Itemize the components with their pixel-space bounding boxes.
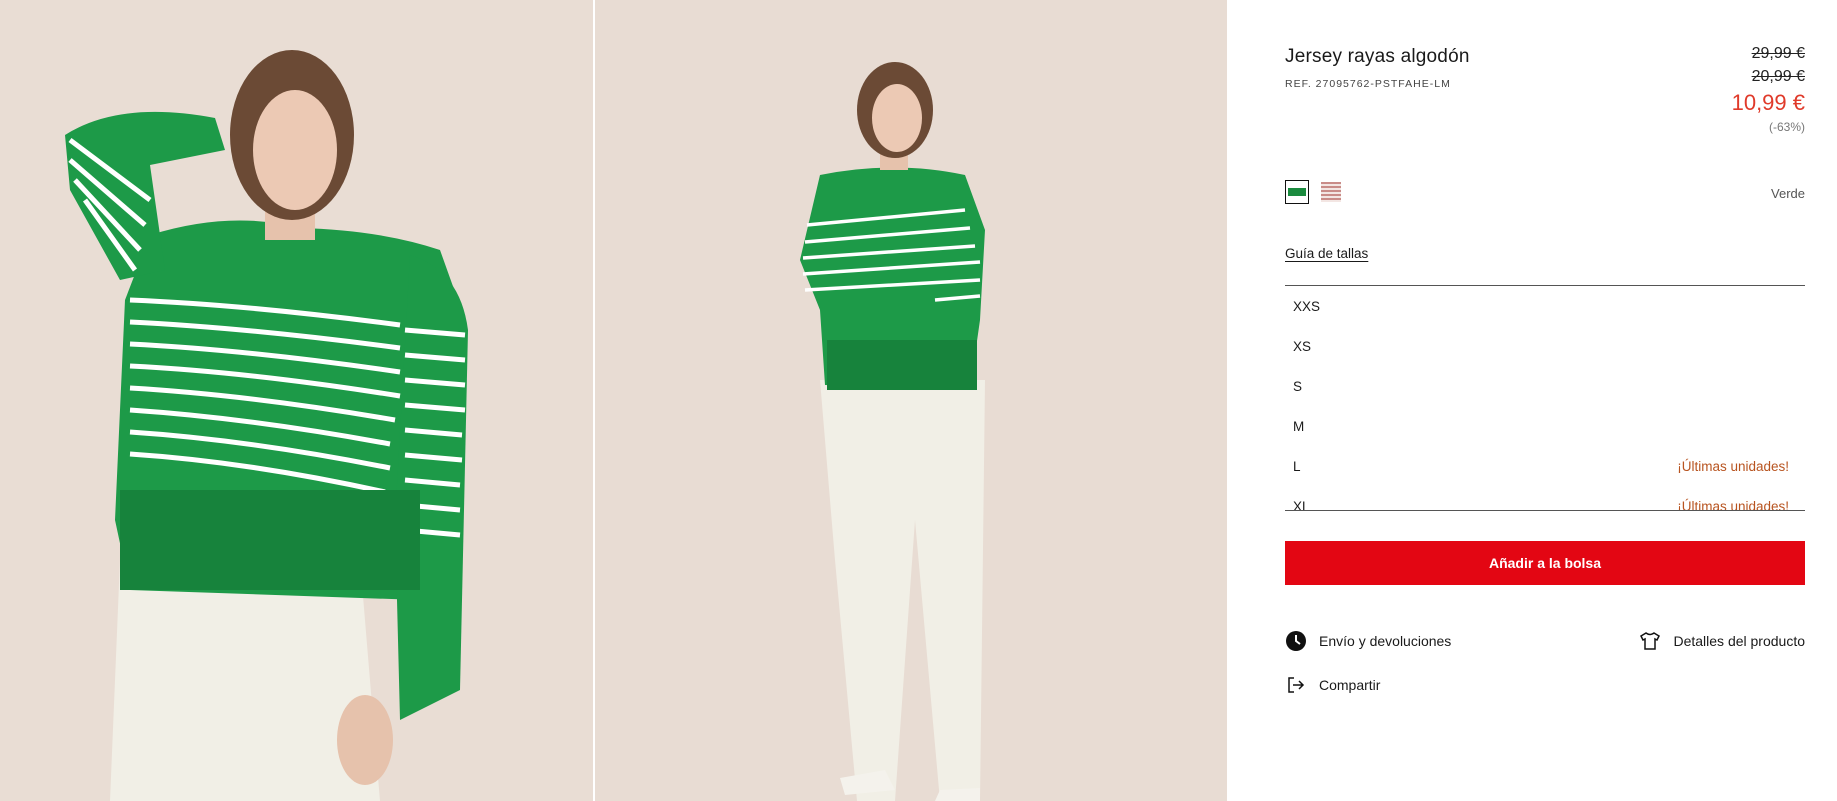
product-details-label: Detalles del producto: [1673, 633, 1805, 649]
product-photo-fullbody[interactable]: [595, 0, 1227, 801]
color-swatch-pink[interactable]: [1319, 180, 1343, 204]
product-details-link[interactable]: Detalles del producto: [1639, 630, 1805, 652]
stock-note: ¡Últimas unidades!: [1677, 498, 1789, 511]
size-option-m[interactable]: M: [1285, 406, 1805, 446]
price-block: 29,99 € 20,99 € 10,99 € (-63%): [1732, 42, 1805, 136]
price-original: 29,99 €: [1751, 45, 1805, 62]
selected-color-name: Verde: [1771, 186, 1805, 201]
size-label: L: [1293, 458, 1301, 474]
share-label: Compartir: [1319, 677, 1381, 693]
share-link[interactable]: Compartir: [1285, 674, 1380, 696]
shipping-returns-link[interactable]: Envío y devoluciones: [1285, 630, 1451, 652]
color-swatch-green[interactable]: [1285, 180, 1309, 204]
size-label: XS: [1293, 338, 1312, 354]
clock-icon: [1285, 630, 1307, 652]
shipping-returns-label: Envío y devoluciones: [1319, 633, 1452, 649]
tshirt-icon: [1639, 630, 1661, 652]
color-swatches: [1285, 180, 1343, 204]
size-label: S: [1293, 378, 1303, 394]
size-label: XL: [1293, 498, 1310, 511]
product-title: Jersey rayas algodón: [1285, 46, 1470, 67]
price-current: 10,99 €: [1731, 90, 1805, 115]
size-list[interactable]: XXS XS S M L ¡Últimas unidades! XL ¡Últi…: [1285, 285, 1805, 511]
share-icon: [1285, 674, 1307, 696]
size-option-xxs[interactable]: XXS: [1285, 286, 1805, 326]
add-to-bag-button[interactable]: Añadir a la bolsa: [1285, 541, 1805, 585]
product-gallery: [0, 0, 1227, 801]
product-info-panel: Jersey rayas algodón REF. 27095762-PSTFA…: [1285, 0, 1805, 801]
stock-note: ¡Últimas unidades!: [1677, 458, 1789, 474]
size-guide-link[interactable]: Guía de tallas: [1285, 246, 1368, 261]
size-label: M: [1293, 418, 1305, 434]
size-option-s[interactable]: S: [1285, 366, 1805, 406]
price-previous: 20,99 €: [1751, 68, 1805, 85]
product-reference: REF. 27095762-PSTFAHE-LM: [1285, 78, 1451, 90]
size-option-xs[interactable]: XS: [1285, 326, 1805, 366]
size-option-l[interactable]: L ¡Últimas unidades!: [1285, 446, 1805, 486]
discount-percent: (-63%): [1768, 120, 1805, 134]
size-label: XXS: [1293, 298, 1321, 314]
product-photo-closeup[interactable]: [0, 0, 593, 801]
size-option-xl[interactable]: XL ¡Últimas unidades!: [1285, 486, 1805, 511]
